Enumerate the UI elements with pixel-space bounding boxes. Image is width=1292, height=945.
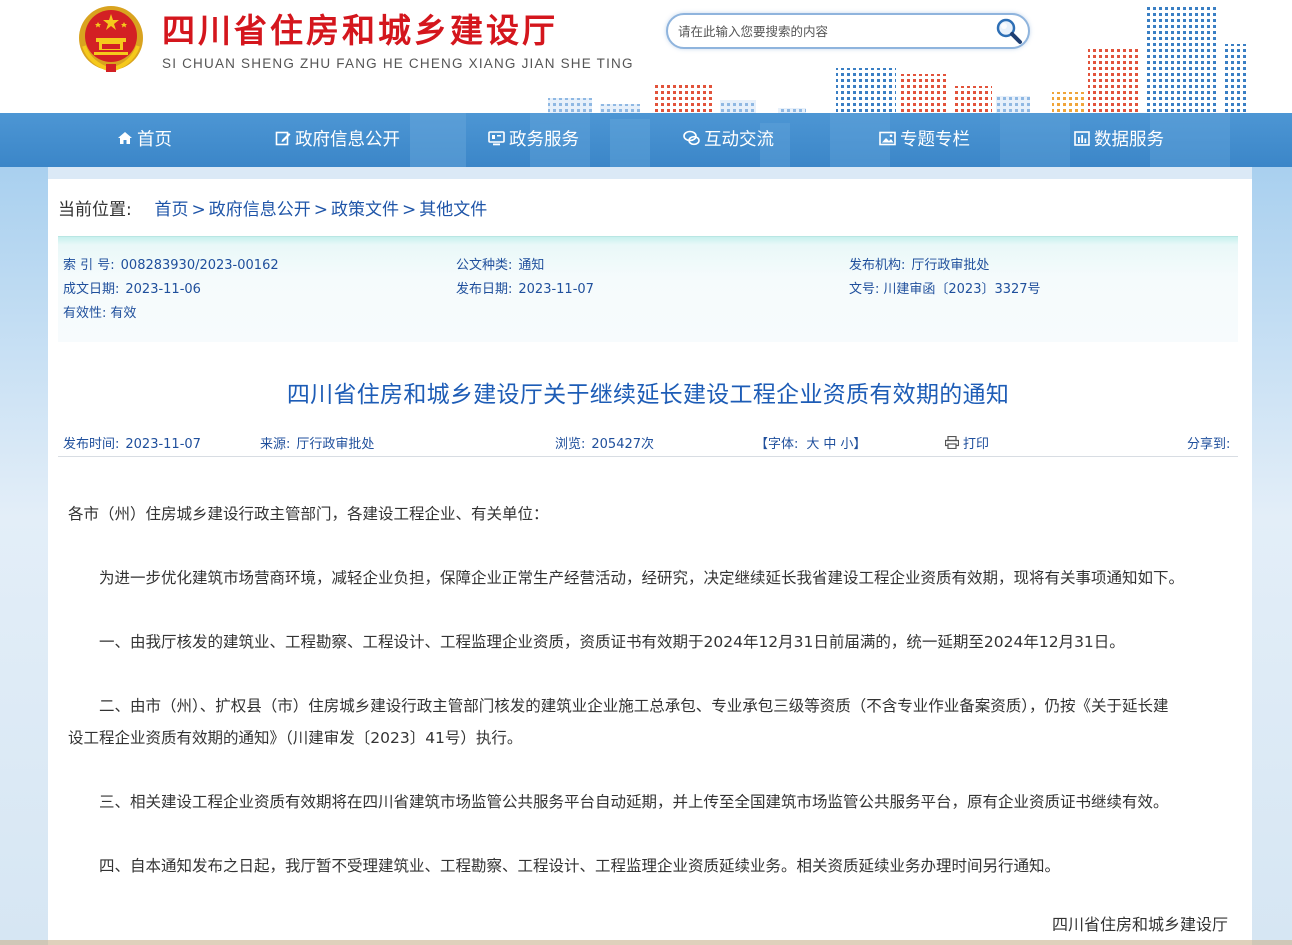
meta-published-value: 2023-11-07 <box>518 282 594 297</box>
meta-org: 发布机构: 厅行政审批处 <box>849 254 989 273</box>
article-paragraph: 一、由我厅核发的建筑业、工程勘察、工程设计、工程监理企业资质，资质证书有效期于2… <box>99 633 1125 651</box>
site-title[interactable]: 四川省住房和城乡建设厅 <box>162 4 558 52</box>
meta-validity-value: 有效 <box>110 306 137 321</box>
meta-created-date: 成文日期: 2023-11-06 <box>63 278 201 297</box>
nav-item-interaction[interactable]: 互动交流 <box>683 113 774 167</box>
nav-item-government-services[interactable]: 政务服务 <box>488 113 579 167</box>
nav-item-label: 政府信息公开 <box>295 130 400 150</box>
publish-time-value: 2023-11-07 <box>125 437 201 452</box>
meta-published-date: 发布日期: 2023-11-07 <box>456 278 594 297</box>
meta-docno-value: 川建审函〔2023〕3327号 <box>883 282 1041 297</box>
breadcrumb-home[interactable]: 首页 <box>155 200 189 220</box>
article-paragraph: 三、相关建设工程企业资质有效期将在四川省建筑市场监管公共服务平台自动延期，并上传… <box>99 793 1169 811</box>
meta-type-label: 公文种类: <box>456 258 513 273</box>
meta-type-value: 通知 <box>518 258 545 273</box>
breadcrumb: 当前位置: 首页 > 政府信息公开 > 政策文件 > 其他文件 <box>58 195 487 220</box>
article-signature: 四川省住房和城乡建设厅 <box>1051 915 1228 934</box>
nav-item-label: 数据服务 <box>1094 130 1164 150</box>
meta-type: 公文种类: 通知 <box>456 254 544 273</box>
print-label: 打印 <box>963 437 990 452</box>
nav-item-home[interactable]: 首页 <box>117 113 172 167</box>
background-right <box>1252 167 1292 945</box>
breadcrumb-separator: > <box>313 200 329 220</box>
nav-item-special-topics[interactable]: 专题专栏 <box>879 113 970 167</box>
nav-item-government-info[interactable]: 政府信息公开 <box>275 113 400 167</box>
source-value: 厅行政审批处 <box>296 437 375 452</box>
bottom-edge <box>0 940 1292 945</box>
share-label: 分享到: <box>1187 437 1231 452</box>
meta-docno-label: 文号: <box>849 282 880 297</box>
views-value: 205427次 <box>591 437 655 452</box>
font-size-small-button[interactable]: 小】 <box>840 437 866 452</box>
home-icon <box>118 132 132 144</box>
edit-icon <box>275 131 291 146</box>
meta-validity-label: 有效性: <box>63 306 107 321</box>
meta-org-value: 厅行政审批处 <box>911 258 990 273</box>
publish-time-label: 发布时间: <box>63 437 120 452</box>
article-salutation: 各市（州）住房城乡建设行政主管部门，各建设工程企业、有关单位： <box>68 505 549 523</box>
site-subtitle: SI CHUAN SHENG ZHU FANG HE CHENG XIANG J… <box>162 56 634 71</box>
article-paragraph-continued: 设工程企业资质有效期的通知》（川建审发〔2023〕41号）执行。 <box>68 729 523 747</box>
meta-org-label: 发布机构: <box>849 258 906 273</box>
site-header: 四川省住房和城乡建设厅 SI CHUAN SHENG ZHU FANG HE C… <box>0 0 1292 113</box>
article-title: 四川省住房和城乡建设厅关于继续延长建设工程企业资质有效期的通知 <box>286 382 1010 408</box>
meta-index-label: 索 引 号: <box>63 258 115 273</box>
meta-created-label: 成文日期: <box>63 282 120 297</box>
image-icon <box>879 131 896 145</box>
breadcrumb-separator: > <box>402 200 417 220</box>
print-button[interactable]: 打印 <box>944 433 990 452</box>
article-paragraph: 四、自本通知发布之日起，我厅暂不受理建筑业、工程勘察、工程设计、工程监理企业资质… <box>99 857 1061 875</box>
breadcrumb-other-documents[interactable]: 其他文件 <box>419 200 487 220</box>
bar-chart-icon <box>1074 130 1090 146</box>
article-info-bar: 发布时间: 2023-11-07 来源: 厅行政审批处 浏览: 205427次 【字体… <box>58 429 1238 457</box>
views-label: 浏览: <box>555 437 586 452</box>
article-panel: 当前位置: 首页 > 政府信息公开 > 政策文件 > 其他文件 索 引 号: 00828393… <box>48 179 1252 945</box>
meta-index-value: 008283930/2023-00162 <box>120 258 279 273</box>
search-box <box>666 13 1030 49</box>
nav-item-label: 互动交流 <box>704 130 774 150</box>
meta-index: 索 引 号: 008283930/2023-00162 <box>63 254 279 273</box>
nav-item-label: 专题专栏 <box>900 130 970 150</box>
printer-icon <box>944 435 960 450</box>
nav-item-data-services[interactable]: 数据服务 <box>1074 113 1164 167</box>
search-input[interactable] <box>678 19 988 43</box>
breadcrumb-policy-documents[interactable]: 政策文件 <box>331 200 399 220</box>
article-paragraph: 二、由市（州）、扩权县（市）住房城乡建设行政主管部门核发的建筑业企业施工总承包、… <box>99 697 1169 715</box>
font-size-large-button[interactable]: 大 <box>806 437 819 452</box>
source-label: 来源: <box>260 437 291 452</box>
nav-item-label: 首页 <box>137 130 172 150</box>
meta-published-label: 发布日期: <box>456 282 513 297</box>
breadcrumb-prefix: 当前位置: <box>58 200 132 220</box>
nav-item-label: 政务服务 <box>509 130 579 150</box>
font-size-controls: 【字体: 大中小】 <box>755 433 868 452</box>
view-count: 浏览: 205427次 <box>555 433 654 452</box>
breadcrumb-government-info[interactable]: 政府信息公开 <box>209 200 311 220</box>
font-size-medium-button[interactable]: 中 <box>823 437 836 452</box>
font-size-label: 【字体: <box>755 437 799 452</box>
article-paragraph: 为进一步优化建筑市场营商环境，减轻企业负担，保障企业正常生产经营活动，经研究，决… <box>99 569 1185 587</box>
publish-time: 发布时间: 2023-11-07 <box>63 433 201 452</box>
monitor-icon <box>488 130 505 145</box>
meta-created-value: 2023-11-06 <box>125 282 201 297</box>
article-source: 来源: 厅行政审批处 <box>260 433 374 452</box>
main-nav: 首页 政府信息公开 政务服务 互动交流 专题专栏 数据服务 <box>0 113 1292 167</box>
national-emblem-icon[interactable] <box>76 4 146 74</box>
search-icon[interactable] <box>994 16 1024 46</box>
document-metadata: 索 引 号: 008283930/2023-00162 公文种类: 通知 发布机构:… <box>58 236 1238 342</box>
meta-validity: 有效性: 有效 <box>63 302 136 321</box>
breadcrumb-separator: > <box>191 200 206 220</box>
background-left <box>0 167 48 945</box>
chat-icon <box>683 130 700 146</box>
meta-document-number: 文号: 川建审函〔2023〕3327号 <box>849 278 1041 297</box>
